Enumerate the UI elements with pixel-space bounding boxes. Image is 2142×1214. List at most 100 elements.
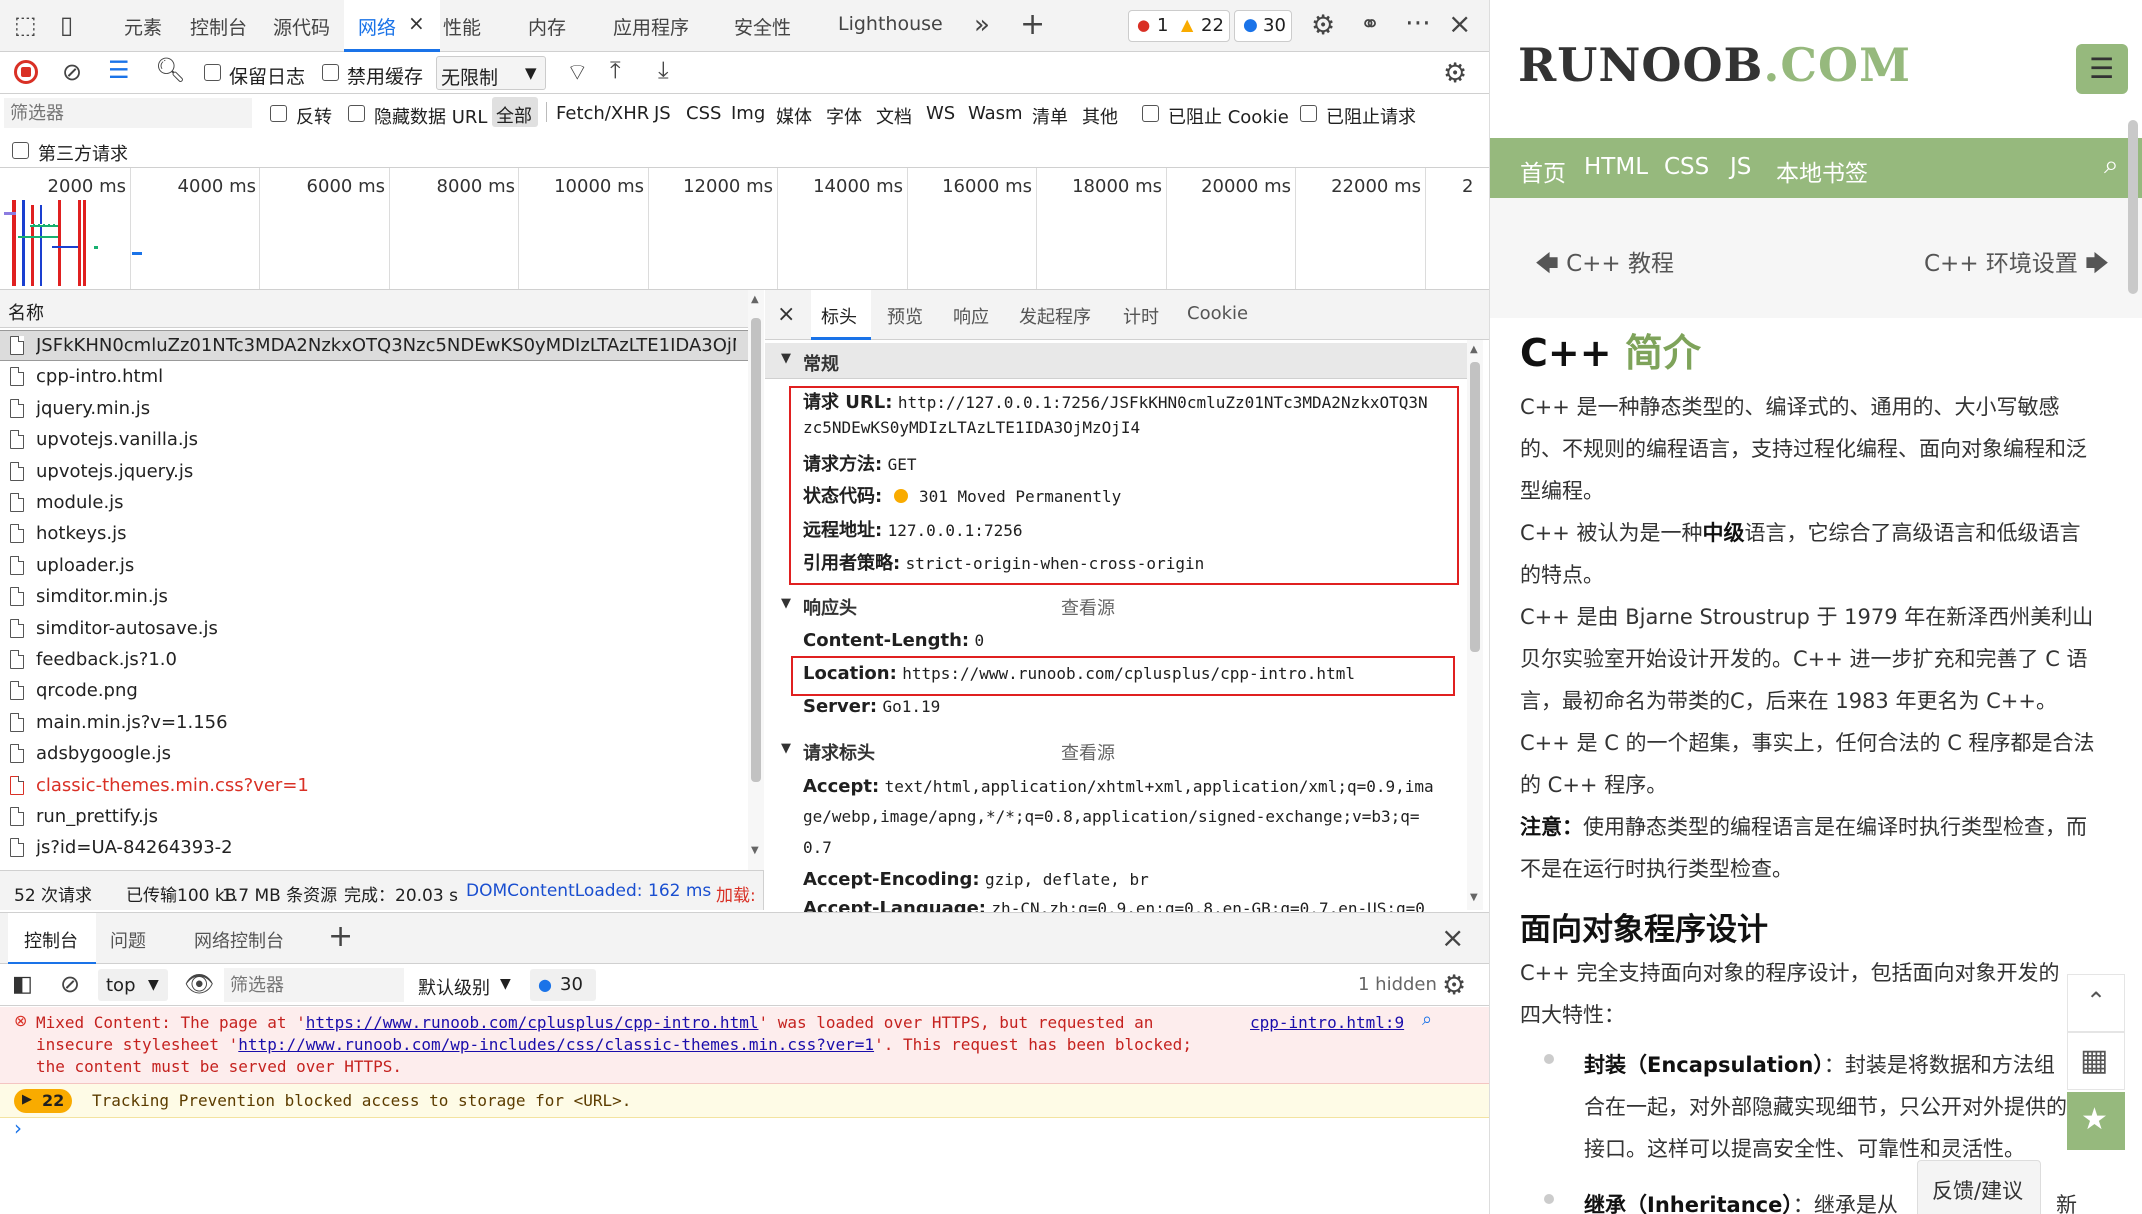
hide-data-url-checkbox[interactable]: [348, 105, 365, 122]
tab-initiator[interactable]: 发起程序: [1019, 303, 1091, 329]
close-drawer-icon[interactable]: ×: [1441, 921, 1464, 954]
request-row[interactable]: hotkeys.js: [0, 518, 748, 549]
disable-cache-checkbox[interactable]: [322, 64, 339, 81]
prev-link[interactable]: 🡄︎ C++ 教程: [1535, 244, 1674, 286]
search-icon[interactable]: 🔍︎: [155, 58, 185, 82]
request-row[interactable]: jquery.min.js: [0, 393, 748, 424]
type-ws[interactable]: WS: [926, 103, 955, 124]
tab-application[interactable]: 应用程序: [613, 13, 689, 40]
live-expression-eye-icon[interactable]: 👁︎: [184, 970, 214, 998]
feedback-button[interactable]: 反馈/建议: [1917, 1160, 2041, 1214]
context-select[interactable]: top ▼: [98, 969, 168, 1001]
close-tab-icon[interactable]: ×: [408, 11, 425, 35]
import-har-icon[interactable]: ⤒: [610, 58, 621, 82]
export-har-icon[interactable]: ⤓: [658, 58, 669, 82]
tab-security[interactable]: 安全性: [734, 13, 791, 40]
preserve-log-checkbox[interactable]: [204, 64, 221, 81]
site-logo[interactable]: RUNOOB.COM: [1518, 38, 1911, 92]
tab-memory[interactable]: 内存: [528, 13, 566, 40]
tab-performance[interactable]: 性能: [443, 13, 481, 40]
qrcode-button[interactable]: ▦: [2067, 1032, 2125, 1090]
type-css[interactable]: CSS: [686, 103, 721, 124]
nav-bookmarks[interactable]: 本地书签: [1776, 154, 1868, 188]
tab-lighthouse[interactable]: Lighthouse: [838, 13, 943, 35]
request-headers-section-header[interactable]: ▼ 请求标头 查看源: [765, 735, 1467, 767]
record-stop-icon[interactable]: [14, 60, 38, 84]
customize-icon[interactable]: ⚭: [1360, 12, 1380, 36]
console-message-counter[interactable]: ● 30: [530, 969, 596, 1001]
drawer-tab-issues[interactable]: 问题: [110, 927, 146, 953]
network-settings-gear-icon[interactable]: ⚙: [1443, 60, 1467, 87]
request-row[interactable]: run_prettify.js: [0, 801, 748, 832]
type-fetch-xhr[interactable]: Fetch/XHR: [556, 103, 649, 124]
console-prompt-chevron-icon[interactable]: ›: [14, 1116, 22, 1140]
issues-counter[interactable]: ● 1 ▲ 22: [1128, 10, 1230, 42]
favorite-button[interactable]: ★: [2067, 1092, 2125, 1150]
request-row[interactable]: qrcode.png: [0, 675, 748, 706]
request-row[interactable]: module.js: [0, 487, 748, 518]
tab-timing[interactable]: 计时: [1123, 303, 1159, 329]
back-to-top-button[interactable]: ⌃: [2067, 974, 2125, 1032]
type-media[interactable]: 媒体: [776, 103, 812, 129]
drawer-tab-network-console[interactable]: 网络控制台: [194, 927, 284, 953]
settings-gear-icon[interactable]: ⚙: [1311, 12, 1335, 39]
type-js[interactable]: JS: [654, 103, 671, 124]
nav-html[interactable]: HTML: [1584, 154, 1648, 180]
search-icon[interactable]: ⌕: [1422, 1009, 1432, 1030]
type-font[interactable]: 字体: [826, 103, 862, 129]
request-row[interactable]: cpp-intro.html: [0, 361, 748, 392]
type-doc[interactable]: 文档: [876, 103, 912, 129]
tab-console[interactable]: 控制台: [190, 13, 247, 40]
third-party-checkbox[interactable]: [12, 142, 29, 159]
request-row[interactable]: main.min.js?v=1.156: [0, 707, 748, 738]
console-filter-input[interactable]: [224, 968, 404, 1002]
type-all-active[interactable]: 全部: [492, 97, 538, 127]
type-img[interactable]: Img: [731, 103, 765, 124]
error-source-link[interactable]: cpp-intro.html:9: [1250, 1013, 1404, 1032]
close-devtools-icon[interactable]: ×: [1448, 10, 1471, 38]
request-row[interactable]: simditor-autosave.js: [0, 613, 748, 644]
drawer-add-tab-icon[interactable]: +: [328, 919, 353, 954]
tab-sources[interactable]: 源代码: [273, 13, 330, 40]
nav-home[interactable]: 首页: [1520, 154, 1566, 188]
request-row[interactable]: uploader.js: [0, 550, 748, 581]
clear-icon[interactable]: ⊘: [62, 60, 82, 84]
blocked-requests-checkbox[interactable]: [1300, 105, 1317, 122]
response-headers-section-header[interactable]: ▼ 响应头 查看源: [765, 590, 1467, 622]
menu-hamburger-button[interactable]: ☰: [2076, 44, 2128, 94]
invert-checkbox[interactable]: [270, 105, 287, 122]
general-section-header[interactable]: ▼ 常规: [765, 343, 1467, 379]
tab-response[interactable]: 响应: [953, 303, 989, 329]
request-row-selected[interactable]: JSFkKHN0cmluZz01NTc3MDA2NzkxOTQ3Nzc5NDEw…: [0, 330, 748, 361]
type-other[interactable]: 其他: [1082, 103, 1118, 129]
filter-input[interactable]: [4, 98, 252, 128]
add-tab-icon[interactable]: +: [1020, 10, 1045, 40]
request-list-scrollbar[interactable]: ▲ ▼: [748, 290, 764, 870]
tab-network-active[interactable]: 网络 ×: [344, 0, 440, 52]
details-scrollbar[interactable]: ▲ ▼: [1467, 340, 1483, 910]
more-tabs-chevron-icon[interactable]: »: [974, 12, 990, 38]
warning-group-badge[interactable]: ▶ 22: [14, 1089, 72, 1113]
name-column-header[interactable]: 名称: [0, 290, 748, 328]
tab-elements[interactable]: 元素: [124, 13, 162, 40]
nav-css[interactable]: CSS: [1664, 154, 1709, 180]
sidebar-toggle-icon[interactable]: ◧: [12, 972, 33, 997]
inspect-element-icon[interactable]: ⬚: [14, 13, 37, 37]
close-details-icon[interactable]: ×: [777, 302, 795, 327]
nav-search-icon[interactable]: ⌕: [2104, 150, 2119, 181]
request-row[interactable]: classic-themes.min.css?ver=1: [0, 770, 748, 801]
console-settings-gear-icon[interactable]: ⚙: [1442, 970, 1466, 1001]
type-manifest[interactable]: 清单: [1032, 103, 1068, 129]
request-row[interactable]: adsbygoogle.js: [0, 738, 748, 769]
next-link[interactable]: C++ 环境设置 🡆︎: [1924, 244, 2109, 286]
network-conditions-icon[interactable]: ⌔: [566, 60, 589, 84]
log-level-select[interactable]: 默认级别: [418, 974, 490, 1000]
blocked-cookies-checkbox[interactable]: [1142, 105, 1159, 122]
throttling-select[interactable]: 无限制 ▼: [436, 56, 546, 90]
request-row[interactable]: upvotejs.vanilla.js: [0, 424, 748, 455]
messages-counter[interactable]: ● 30: [1234, 10, 1292, 42]
clear-console-icon[interactable]: ⊘: [60, 970, 80, 998]
device-toolbar-icon[interactable]: ▯: [60, 13, 73, 37]
drawer-tab-console[interactable]: 控制台: [8, 913, 96, 965]
tab-preview[interactable]: 预览: [887, 303, 923, 329]
